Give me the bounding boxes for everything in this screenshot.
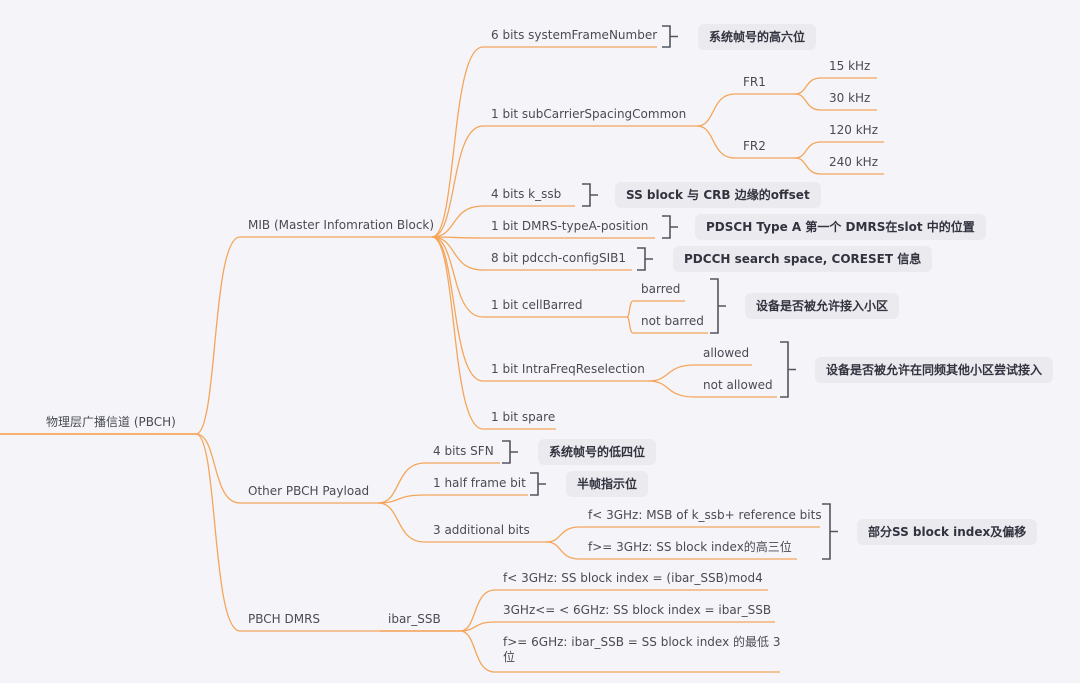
node-below-3ghz[interactable]: f< 3GHz: MSB of k_ssb+ reference bits [588,508,822,523]
connector-cellbarred [431,236,484,318]
node-k-ssb[interactable]: 4 bits k_ssb [491,187,561,202]
connector-barred [626,300,634,318]
bracket-s_pdcch [637,247,653,271]
node-fr1[interactable]: FR1 [743,75,766,90]
connector-notbarred [626,316,634,334]
connector-sfn4 [377,462,426,504]
bracket-s_kssb [582,183,598,207]
node-4-bits-sfn[interactable]: 4 bits SFN [433,444,494,459]
node-not-barred[interactable]: not barred [641,314,704,329]
node-allowed[interactable]: allowed [703,346,749,361]
bracket-s_sfn6 [662,25,678,48]
connector-k30 [794,93,822,111]
node-spare[interactable]: 1 bit spare [491,410,555,425]
node-30khz[interactable]: 30 kHz [829,91,870,106]
node-barred[interactable]: barred [641,282,680,297]
summary-half-frame[interactable]: 半帧指示位 [566,471,649,497]
connector-allowed [647,364,696,382]
node-120khz[interactable]: 120 kHz [829,123,878,138]
node-above-3ghz[interactable]: f>= 3GHz: SS block index的高三位 [588,540,792,555]
summary-pdcch-info[interactable]: PDCCH search space, CORESET 信息 [673,246,933,272]
node-pbch-dmrs[interactable]: PBCH DMRS [248,612,320,627]
node-pdcch-config-sib1[interactable]: 8 bit pdcch-configSIB1 [491,251,626,266]
summary-intrafreq-access[interactable]: 设备是否被允许在同频其他小区尝试接入 [815,356,1054,383]
node-dmrs-3-to-6ghz[interactable]: 3GHz<= < 6GHz: SS block index = ibar_SSB [503,603,771,618]
summary-ss-block-index[interactable]: 部分SS block index及偏移 [857,518,1038,545]
bracket-s_half [530,472,546,496]
connector-other [195,433,241,504]
connector-fr1 [696,93,736,127]
node-subcarrier-spacing[interactable]: 1 bit subCarrierSpacingCommon [491,107,686,122]
summary-dmrs-position[interactable]: PDSCH Type A 第一个 DMRS在slot 中的位置 [695,214,986,240]
connector-k15 [794,77,822,95]
summary-sfn-high-bits[interactable]: 系统帧号的高六位 [698,23,817,50]
node-15khz[interactable]: 15 kHz [829,59,870,74]
node-half-frame-bit[interactable]: 1 half frame bit [433,476,526,491]
connector-mib [195,236,241,435]
root-node[interactable]: 物理层广播信道 (PBCH) [46,415,176,430]
connector-dmrs [195,433,241,632]
mindmap-canvas: 物理层广播信道 (PBCH) MIB (Master Infomration B… [0,0,1080,683]
node-fr2[interactable]: FR2 [743,139,766,154]
connector-sfn6 [431,46,484,238]
node-other-pbch-payload[interactable]: Other PBCH Payload [248,484,369,499]
summary-sfn-low-bits[interactable]: 系统帧号的低四位 [538,439,657,465]
connector-d3 [459,630,496,673]
bracket-s_sfn4 [502,440,518,464]
node-cell-barred[interactable]: 1 bit cellBarred [491,298,583,313]
node-not-allowed[interactable]: not allowed [703,378,773,393]
connector-spare [431,236,484,430]
connector-k240 [794,157,822,175]
connector-k120 [794,141,822,159]
node-dmrs-above-6ghz[interactable]: f>= 6GHz: ibar_SSB = SS block index 的最低 … [503,635,788,665]
node-system-frame-number[interactable]: 6 bits systemFrameNumber [491,28,657,43]
node-additional-bits[interactable]: 3 additional bits [433,523,530,538]
summary-kssb-offset[interactable]: SS block 与 CRB 边缘的offset [615,182,821,208]
bracket-s_dmrspos [662,215,678,239]
node-intrafreq-reselection[interactable]: 1 bit IntraFreqReselection [491,362,645,377]
node-mib[interactable]: MIB (Master Infomration Block) [248,218,434,233]
node-ibar-ssb[interactable]: ibar_SSB [388,612,441,627]
connector-lt3 [545,526,581,543]
connector-ge3 [545,541,581,560]
node-dmrs-typea-position[interactable]: 1 bit DMRS-typeA-position [491,219,648,234]
bracket-s_barred [710,278,726,334]
bracket-s_add [822,503,838,560]
node-dmrs-below-3ghz[interactable]: f< 3GHz: SS block index = (ibar_SSB)mod4 [503,571,763,586]
connector-notallowed [647,380,696,398]
bracket-s_intra [780,341,796,398]
node-240khz[interactable]: 240 kHz [829,155,878,170]
connector-fr2 [696,125,736,159]
connector-addbits [377,502,426,543]
summary-cell-access[interactable]: 设备是否被允许接入小区 [745,293,900,319]
connector-scs [431,125,484,238]
